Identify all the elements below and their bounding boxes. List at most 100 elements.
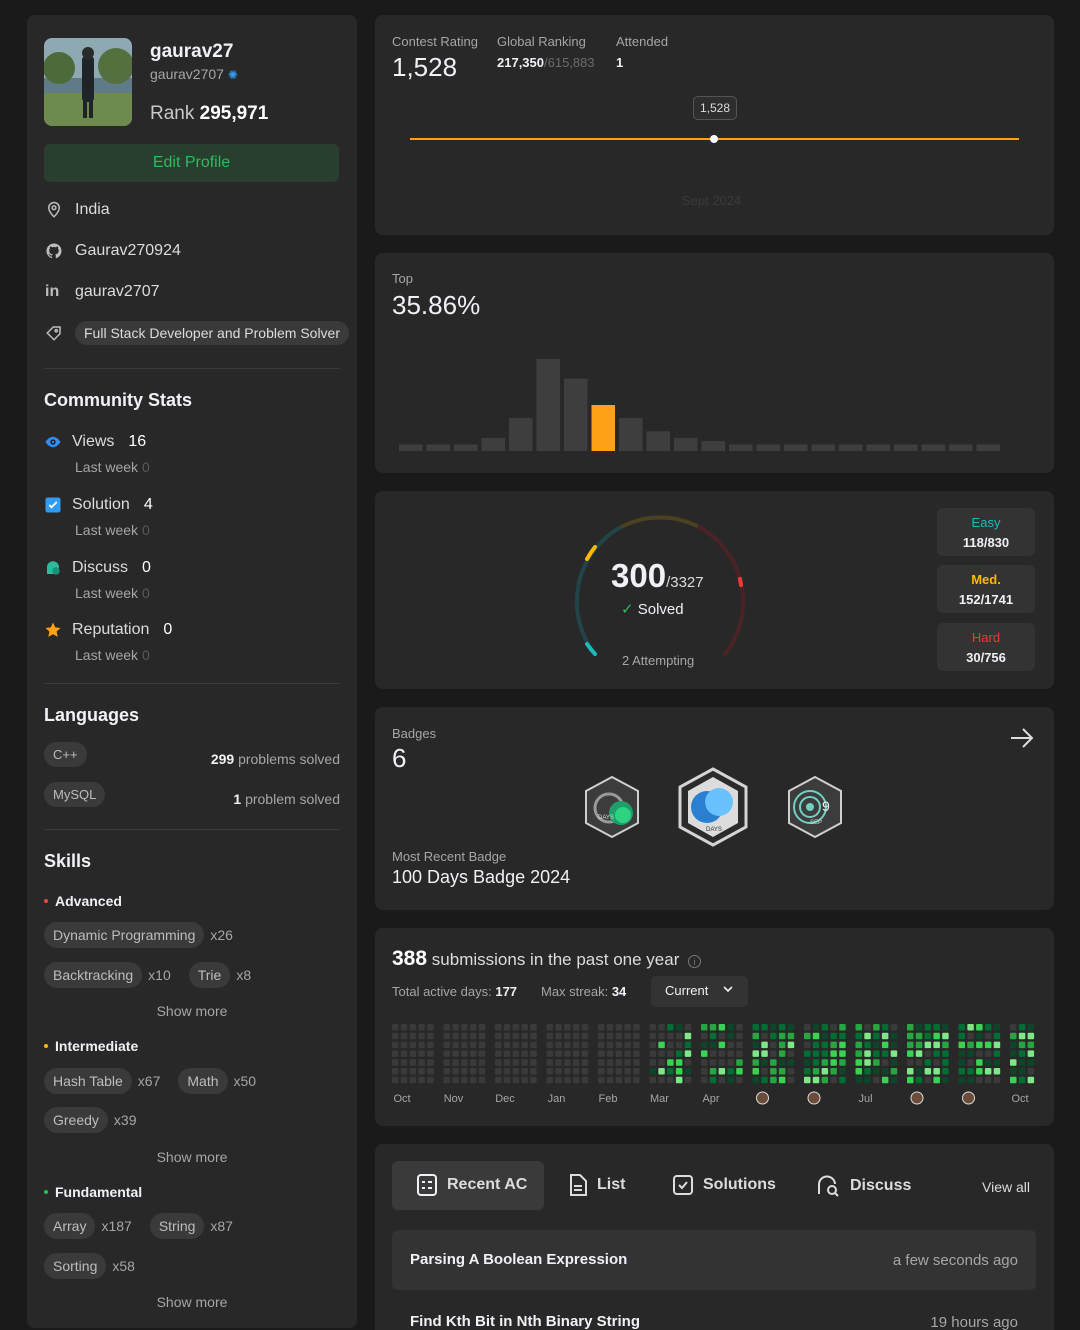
monthly-badge-icon[interactable]: [962, 1091, 975, 1105]
skill-greedy[interactable]: Greedy: [44, 1107, 108, 1133]
heatmap-day[interactable]: [915, 1059, 923, 1066]
heatmap-day[interactable]: [718, 1024, 726, 1031]
heatmap-day[interactable]: [915, 1041, 923, 1049]
heatmap-day[interactable]: [1018, 1050, 1026, 1057]
show-more-intermediate[interactable]: Show more: [27, 1149, 357, 1165]
heatmap-day[interactable]: [881, 1076, 889, 1084]
heatmap-day[interactable]: [1018, 1059, 1026, 1066]
heatmap-day[interactable]: [572, 1024, 580, 1031]
histogram-bar[interactable]: [921, 444, 946, 451]
heatmap-day[interactable]: [633, 1041, 640, 1049]
heatmap-day[interactable]: [821, 1041, 829, 1049]
heatmap-day[interactable]: [967, 1041, 974, 1049]
heatmap-day[interactable]: [478, 1024, 486, 1031]
heatmap-day[interactable]: [830, 1068, 837, 1075]
heatmap-day[interactable]: [478, 1032, 486, 1040]
heatmap-day[interactable]: [1010, 1024, 1017, 1031]
heatmap-day[interactable]: [881, 1068, 889, 1075]
heatmap-day[interactable]: [984, 1024, 992, 1031]
heatmap-day[interactable]: [821, 1059, 829, 1066]
heatmap-day[interactable]: [400, 1076, 408, 1084]
heatmap-day[interactable]: [461, 1059, 468, 1066]
heatmap-day[interactable]: [572, 1059, 580, 1066]
heatmap-day[interactable]: [907, 1068, 914, 1075]
heatmap-day[interactable]: [512, 1024, 520, 1031]
heatmap-day[interactable]: [855, 1050, 863, 1057]
heatmap-day[interactable]: [881, 1059, 889, 1066]
heatmap-day[interactable]: [933, 1076, 940, 1084]
heatmap-day[interactable]: [727, 1068, 734, 1075]
heatmap-day[interactable]: [649, 1068, 657, 1075]
heatmap-day[interactable]: [572, 1076, 580, 1084]
recent-item[interactable]: Parsing A Boolean Expression a few secon…: [392, 1230, 1036, 1290]
histogram-bar[interactable]: [426, 444, 451, 451]
heatmap-day[interactable]: [839, 1032, 846, 1040]
heatmap-day[interactable]: [830, 1041, 837, 1049]
heatmap-day[interactable]: [624, 1041, 631, 1049]
heatmap-day[interactable]: [804, 1050, 811, 1057]
heatmap-day[interactable]: [752, 1041, 760, 1049]
heatmap-day[interactable]: [409, 1024, 417, 1031]
heatmap-day[interactable]: [933, 1041, 940, 1049]
heatmap-day[interactable]: [821, 1050, 829, 1057]
heatmap-day[interactable]: [606, 1041, 614, 1049]
heatmap-day[interactable]: [787, 1076, 795, 1084]
50-days-badge[interactable]: DAYS: [583, 775, 641, 839]
heatmap-day[interactable]: [736, 1032, 743, 1040]
heatmap-day[interactable]: [942, 1076, 949, 1084]
heatmap-day[interactable]: [958, 1032, 966, 1040]
heatmap-day[interactable]: [649, 1032, 657, 1040]
heatmap-day[interactable]: [478, 1041, 486, 1049]
heatmap-day[interactable]: [427, 1076, 434, 1084]
heatmap-day[interactable]: [958, 1076, 966, 1084]
heatmap-day[interactable]: [993, 1050, 1001, 1057]
linkedin-row[interactable]: in gaurav2707: [45, 283, 160, 301]
tab-list[interactable]: List: [569, 1174, 625, 1196]
heatmap-day[interactable]: [1027, 1032, 1035, 1040]
heatmap-day[interactable]: [564, 1068, 571, 1075]
heatmap-day[interactable]: [427, 1032, 434, 1040]
heatmap-day[interactable]: [864, 1076, 871, 1084]
heatmap-day[interactable]: [530, 1050, 537, 1057]
heatmap-day[interactable]: [778, 1076, 786, 1084]
heatmap-day[interactable]: [942, 1041, 949, 1049]
histogram-bar[interactable]: [756, 444, 781, 451]
heatmap-day[interactable]: [778, 1068, 786, 1075]
heatmap-day[interactable]: [890, 1041, 898, 1049]
heatmap-day[interactable]: [615, 1059, 623, 1066]
heatmap-day[interactable]: [461, 1041, 468, 1049]
heatmap-day[interactable]: [761, 1032, 768, 1040]
heatmap-day[interactable]: [770, 1024, 777, 1031]
heatmap-day[interactable]: [761, 1050, 768, 1057]
heatmap-day[interactable]: [667, 1059, 674, 1066]
heatmap-day[interactable]: [418, 1068, 425, 1075]
heatmap-day[interactable]: [409, 1041, 417, 1049]
heatmap-day[interactable]: [993, 1032, 1001, 1040]
heatmap-day[interactable]: [709, 1041, 717, 1049]
heatmap-day[interactable]: [958, 1024, 966, 1031]
heatmap-day[interactable]: [787, 1068, 795, 1075]
heatmap-day[interactable]: [521, 1050, 528, 1057]
heatmap-day[interactable]: [752, 1076, 760, 1084]
heatmap-day[interactable]: [830, 1059, 837, 1066]
heatmap-day[interactable]: [701, 1024, 708, 1031]
heatmap-day[interactable]: [924, 1059, 932, 1066]
heatmap-day[interactable]: [469, 1024, 477, 1031]
heatmap-day[interactable]: [881, 1032, 889, 1040]
heatmap-day[interactable]: [993, 1068, 1001, 1075]
heatmap-day[interactable]: [821, 1024, 829, 1031]
histogram-bar[interactable]: [701, 441, 726, 451]
heatmap-day[interactable]: [942, 1059, 949, 1066]
heatmap-day[interactable]: [967, 1050, 974, 1057]
heatmap-day[interactable]: [855, 1032, 863, 1040]
heatmap-day[interactable]: [633, 1068, 640, 1075]
heatmap-day[interactable]: [452, 1024, 459, 1031]
heatmap-day[interactable]: [418, 1076, 425, 1084]
heatmap-day[interactable]: [546, 1059, 554, 1066]
heatmap-day[interactable]: [615, 1041, 623, 1049]
heatmap-day[interactable]: [873, 1032, 880, 1040]
heatmap-day[interactable]: [839, 1059, 846, 1066]
heatmap-day[interactable]: [821, 1068, 829, 1075]
heatmap-day[interactable]: [933, 1068, 940, 1075]
skill-dynamic-programming[interactable]: Dynamic Programming: [44, 922, 205, 948]
